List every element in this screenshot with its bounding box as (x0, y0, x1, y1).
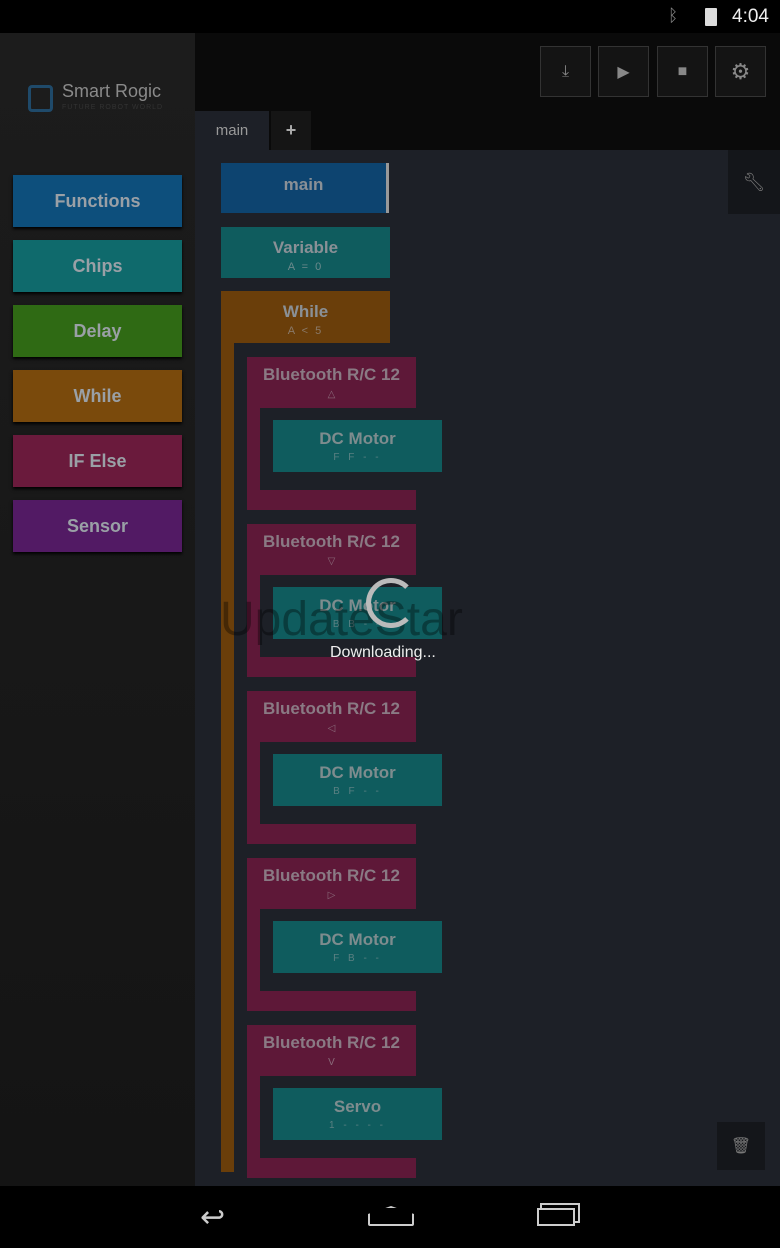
logo-title: Smart Rogic (62, 81, 162, 101)
block-sub: △ (327, 389, 336, 400)
bluetooth-rc-block[interactable]: Bluetooth R/C 12 ▷ DC Motor F B - - (247, 858, 442, 1011)
clock: 4:04 (732, 6, 769, 27)
block-sub: ▽ (327, 556, 336, 567)
block-sub: A < 5 (287, 325, 324, 337)
block-title: main (283, 175, 324, 194)
block-title: Variable (272, 238, 339, 257)
settings-button[interactable]: ⚙ (715, 46, 766, 97)
bluetooth-rc-block[interactable]: Bluetooth R/C 12 ◁ DC Motor B F - - (247, 691, 442, 844)
palette-while[interactable]: While (13, 370, 182, 422)
chip-sub: 1 - - - - (329, 1120, 386, 1131)
chip-block[interactable]: DC Motor F F - - (273, 420, 442, 472)
chip-sub: F B - - (333, 953, 382, 964)
block-title: Bluetooth R/C 12 (263, 866, 400, 885)
chip-block[interactable]: Servo 1 - - - - (273, 1088, 442, 1140)
watermark: UpdateStar (220, 593, 463, 646)
palette-sensor[interactable]: Sensor (13, 500, 182, 552)
palette-functions[interactable]: Functions (13, 175, 182, 227)
loading-spinner (366, 578, 416, 628)
chip-title: Servo (333, 1097, 382, 1116)
block-sub: A = 0 (287, 261, 324, 273)
stop-button[interactable]: ■ (657, 46, 708, 97)
download-button[interactable]: ⤓ (540, 46, 591, 97)
back-icon[interactable]: ↩ (200, 1200, 225, 1235)
chip-title: DC Motor (319, 930, 396, 949)
block-title: While (282, 302, 329, 321)
bluetooth-rc-block[interactable]: Bluetooth R/C 12 V Servo 1 - - - - (247, 1025, 442, 1178)
block-title: Bluetooth R/C 12 (263, 699, 400, 718)
nav-bar: ↩ (0, 1186, 780, 1248)
block-sub: ◁ (327, 723, 336, 734)
play-icon: ▶ (617, 63, 630, 81)
tab-main[interactable]: main (195, 111, 269, 150)
while-block[interactable]: While A < 5 (221, 291, 390, 343)
palette-if-else[interactable]: IF Else (13, 435, 182, 487)
status-bar: ᛒ 4:04 (0, 0, 780, 33)
main-block[interactable]: main (221, 163, 389, 213)
gear-icon: ⚙ (730, 58, 751, 84)
block-title: Bluetooth R/C 12 (263, 1033, 400, 1052)
chip-sub: B F - - (333, 786, 382, 797)
block-sub: V (328, 1057, 335, 1068)
add-tab-button[interactable]: + (271, 111, 311, 150)
bluetooth-icon: ᛒ (668, 6, 679, 25)
chip-title: DC Motor (319, 429, 396, 448)
recent-apps-icon[interactable] (537, 1208, 575, 1226)
bluetooth-rc-block[interactable]: Bluetooth R/C 12 △ DC Motor F F - - (247, 357, 442, 510)
chip-title: DC Motor (319, 763, 396, 782)
trash-button[interactable]: 🗑︎ (717, 1122, 765, 1170)
variable-block[interactable]: Variable A = 0 (221, 227, 390, 278)
download-icon: ⤓ (561, 62, 570, 80)
while-body-bar (221, 343, 234, 1172)
robot-logo-icon (28, 85, 53, 112)
stop-icon: ■ (677, 62, 688, 80)
wrench-button[interactable]: 🔧︎ (728, 150, 780, 214)
block-sub: ▷ (327, 890, 336, 901)
block-title: Bluetooth R/C 12 (263, 365, 400, 384)
chip-sub: F F - - (333, 452, 382, 463)
sidebar: Smart Rogic FUTURE ROBOT WORLD Functions… (0, 33, 195, 1186)
palette-chips[interactable]: Chips (13, 240, 182, 292)
battery-icon (705, 8, 717, 26)
block-title: Bluetooth R/C 12 (263, 532, 400, 551)
chip-block[interactable]: DC Motor F B - - (273, 921, 442, 973)
chip-block[interactable]: DC Motor B F - - (273, 754, 442, 806)
logo-subtitle: FUTURE ROBOT WORLD (62, 104, 164, 111)
palette-delay[interactable]: Delay (13, 305, 182, 357)
home-icon[interactable] (368, 1206, 414, 1226)
play-button[interactable]: ▶ (598, 46, 649, 97)
trash-icon: 🗑︎ (730, 1138, 752, 1155)
downloading-message: Downloading... (330, 644, 436, 661)
wrench-icon: 🔧︎ (742, 171, 766, 192)
